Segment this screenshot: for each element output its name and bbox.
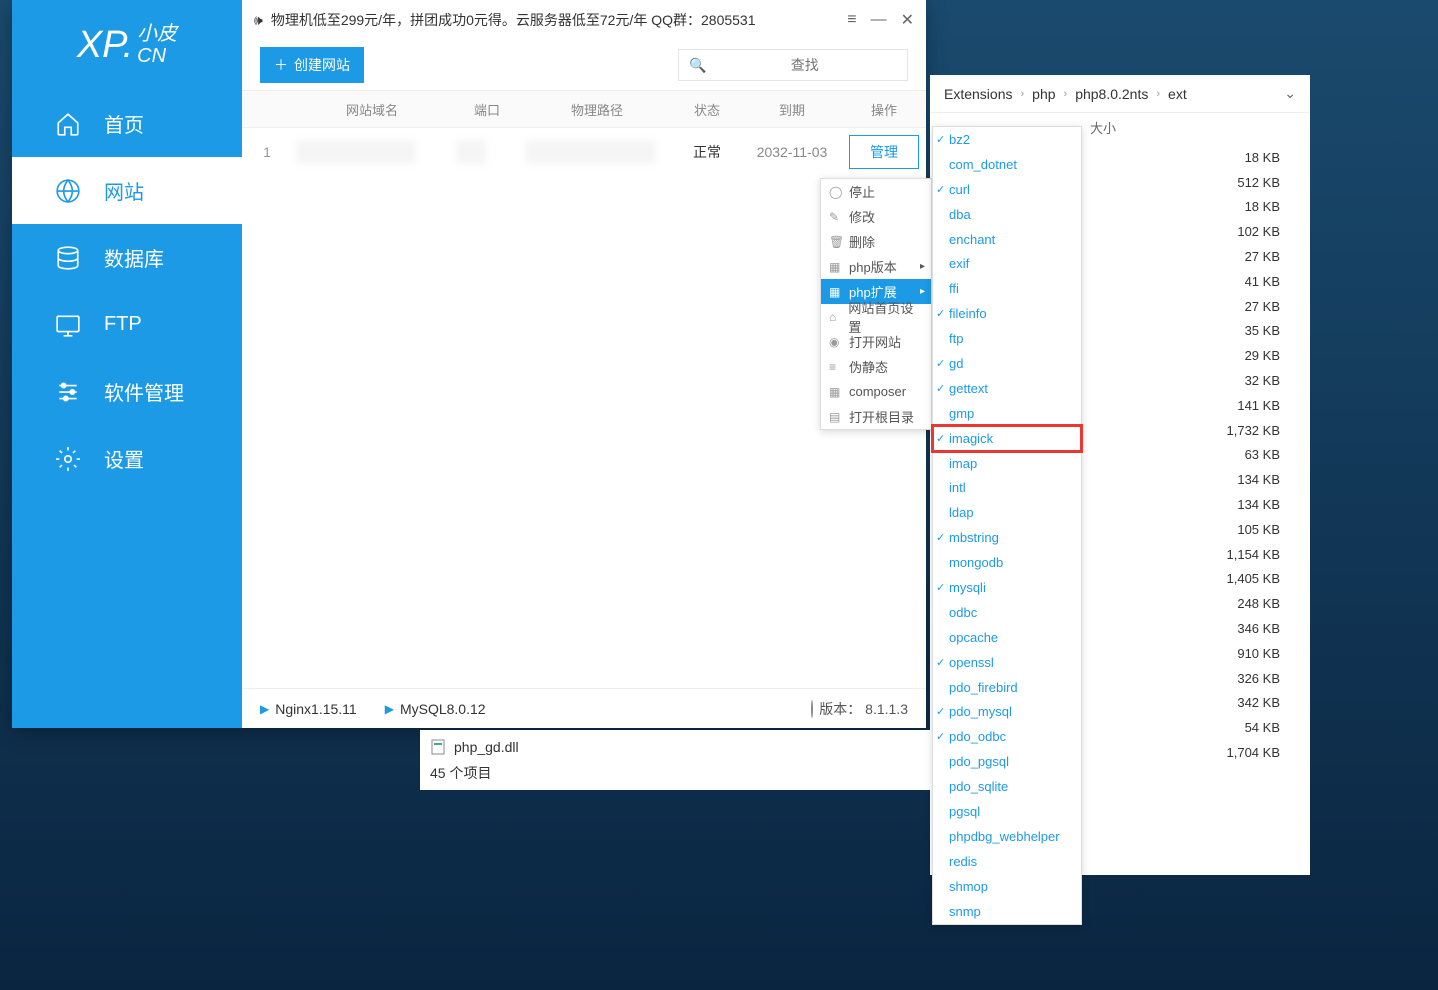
ctx-item-打开网站[interactable]: ◉打开网站 xyxy=(821,329,931,354)
ext-item-fileinfo[interactable]: fileinfo xyxy=(933,301,1081,326)
expire-date: 2032-11-03 xyxy=(742,144,842,160)
ext-item-opcache[interactable]: opcache xyxy=(933,625,1081,650)
ext-item-gd[interactable]: gd xyxy=(933,351,1081,376)
search-box[interactable]: 🔍 xyxy=(678,49,908,81)
create-website-button[interactable]: ＋ 创建网站 xyxy=(260,47,364,83)
ctx-item-打开根目录[interactable]: ▤打开根目录 xyxy=(821,404,931,429)
ext-item-imagick[interactable]: imagick xyxy=(933,426,1081,451)
ext-item-openssl[interactable]: openssl xyxy=(933,650,1081,675)
plus-icon: ＋ xyxy=(274,55,288,75)
toolbar: ＋ 创建网站 🔍 xyxy=(242,40,926,90)
xp-app-window: XP. 小皮CN 首页 网站 数据库 FTP 软件管理 设置 xyxy=(12,0,926,728)
ctx-item-php版本[interactable]: ▦php版本▸ xyxy=(821,254,931,279)
ctx-item-修改[interactable]: ✎修改 xyxy=(821,204,931,229)
ext-item-gettext[interactable]: gettext xyxy=(933,376,1081,401)
ext-item-odbc[interactable]: odbc xyxy=(933,600,1081,625)
column-action[interactable]: 操作 xyxy=(842,100,926,119)
ext-item-mysqli[interactable]: mysqli xyxy=(933,575,1081,600)
ext-item-pdo_firebird[interactable]: pdo_firebird xyxy=(933,675,1081,700)
ext-item-dba[interactable]: dba xyxy=(933,202,1081,227)
ext-item-shmop[interactable]: shmop xyxy=(933,874,1081,899)
breadcrumb-dropdown-icon[interactable]: ⌄ xyxy=(1284,85,1296,102)
ext-item-mbstring[interactable]: mbstring xyxy=(933,525,1081,550)
search-icon: 🔍 xyxy=(689,57,706,74)
breadcrumb-item[interactable]: php xyxy=(1032,86,1055,102)
monitor-icon xyxy=(54,311,82,339)
ext-item-pdo_pgsql[interactable]: pdo_pgsql xyxy=(933,749,1081,774)
ext-item-snmp[interactable]: snmp xyxy=(933,899,1081,924)
gear-icon xyxy=(54,445,82,473)
nginx-service[interactable]: ▶Nginx1.15.11 xyxy=(260,701,357,717)
minimize-icon[interactable]: — xyxy=(871,11,887,29)
ext-item-curl[interactable]: curl xyxy=(933,177,1081,202)
context-menu[interactable]: ◯停止✎修改🗑删除▦php版本▸▦php扩展▸⌂网站首页设置◉打开网站≡伪静态▦… xyxy=(820,178,932,430)
chevron-right-icon: ▸ xyxy=(920,261,925,272)
ext-item-pdo_odbc[interactable]: pdo_odbc xyxy=(933,724,1081,749)
logo: XP. 小皮CN xyxy=(12,0,242,90)
gear-icon xyxy=(811,700,813,718)
ctx-item-网站首页设置[interactable]: ⌂网站首页设置 xyxy=(821,304,931,329)
sliders-icon xyxy=(54,378,82,406)
ctx-item-删除[interactable]: 🗑删除 xyxy=(821,229,931,254)
column-port[interactable]: 端口 xyxy=(452,100,522,119)
status-normal: 正常 xyxy=(672,142,742,162)
ext-item-ldap[interactable]: ldap xyxy=(933,500,1081,525)
sidebar-item-settings[interactable]: 设置 xyxy=(12,425,242,492)
ext-item-ftp[interactable]: ftp xyxy=(933,326,1081,351)
ext-item-phpdbg_webhelper[interactable]: phpdbg_webhelper xyxy=(933,824,1081,849)
sidebar-item-website[interactable]: 网站 xyxy=(12,157,242,224)
mysql-service[interactable]: ▶MySQL8.0.12 xyxy=(385,701,486,717)
file-icon xyxy=(430,739,446,755)
sidebar: XP. 小皮CN 首页 网站 数据库 FTP 软件管理 设置 xyxy=(12,0,242,728)
column-domain[interactable]: 网站域名 xyxy=(292,100,452,119)
home-icon xyxy=(54,110,82,138)
breadcrumb[interactable]: Extensions› php› php8.0.2nts› ext ⌄ xyxy=(930,75,1310,113)
table-row[interactable]: 1 正常 2032-11-03 管理 xyxy=(242,128,926,176)
column-expire[interactable]: 到期 xyxy=(742,100,842,119)
ctx-item-停止[interactable]: ◯停止 xyxy=(821,179,931,204)
chevron-right-icon: ▸ xyxy=(920,286,925,297)
speaker-icon: 🕪 xyxy=(254,12,263,29)
ext-item-intl[interactable]: intl xyxy=(933,475,1081,500)
ext-item-ffi[interactable]: ffi xyxy=(933,276,1081,301)
php-extension-menu[interactable]: bz2com_dotnetcurldbaenchantexifffifilein… xyxy=(932,126,1082,925)
ext-item-bz2[interactable]: bz2 xyxy=(933,127,1081,152)
manage-button[interactable]: 管理 xyxy=(849,135,919,169)
breadcrumb-item[interactable]: ext xyxy=(1168,86,1187,102)
database-icon xyxy=(54,244,82,272)
close-icon[interactable]: ✕ xyxy=(901,10,914,30)
ext-item-mongodb[interactable]: mongodb xyxy=(933,550,1081,575)
ext-item-gmp[interactable]: gmp xyxy=(933,401,1081,426)
ext-item-enchant[interactable]: enchant xyxy=(933,227,1081,252)
ext-item-com_dotnet[interactable]: com_dotnet xyxy=(933,152,1081,177)
sidebar-item-software[interactable]: 软件管理 xyxy=(12,358,242,425)
version-info: 版本： 8.1.1.3 xyxy=(811,699,908,719)
play-icon: ▶ xyxy=(260,702,269,716)
menu-icon[interactable]: ≡ xyxy=(847,11,856,29)
ext-item-imap[interactable]: imap xyxy=(933,451,1081,476)
ctx-item-伪静态[interactable]: ≡伪静态 xyxy=(821,354,931,379)
ext-item-pdo_sqlite[interactable]: pdo_sqlite xyxy=(933,774,1081,799)
column-path[interactable]: 物理路径 xyxy=(522,100,672,119)
column-status[interactable]: 状态 xyxy=(672,100,742,119)
topbar: 🕪 物理机低至299元/年，拼团成功0元得。云服务器低至72元/年 QQ群：28… xyxy=(242,0,926,40)
ext-item-pdo_mysql[interactable]: pdo_mysql xyxy=(933,699,1081,724)
sidebar-item-home[interactable]: 首页 xyxy=(12,90,242,157)
file-item[interactable]: php_gd.dll xyxy=(430,739,630,755)
announcement: 🕪 物理机低至299元/年，拼团成功0元得。云服务器低至72元/年 QQ群：28… xyxy=(254,10,847,30)
globe-icon xyxy=(54,177,82,205)
sidebar-item-ftp[interactable]: FTP xyxy=(12,291,242,358)
search-input[interactable] xyxy=(712,57,897,73)
ext-item-pgsql[interactable]: pgsql xyxy=(933,799,1081,824)
breadcrumb-item[interactable]: Extensions xyxy=(944,86,1012,102)
play-icon: ▶ xyxy=(385,702,394,716)
ext-item-redis[interactable]: redis xyxy=(933,849,1081,874)
table-header: 网站域名 端口 物理路径 状态 到期 操作 xyxy=(242,90,926,128)
ext-item-exif[interactable]: exif xyxy=(933,251,1081,276)
ctx-item-composer[interactable]: ▦composer xyxy=(821,379,931,404)
breadcrumb-item[interactable]: php8.0.2nts xyxy=(1075,86,1148,102)
sidebar-item-database[interactable]: 数据库 xyxy=(12,224,242,291)
footer: ▶Nginx1.15.11 ▶MySQL8.0.12 版本： 8.1.1.3 xyxy=(242,688,926,728)
